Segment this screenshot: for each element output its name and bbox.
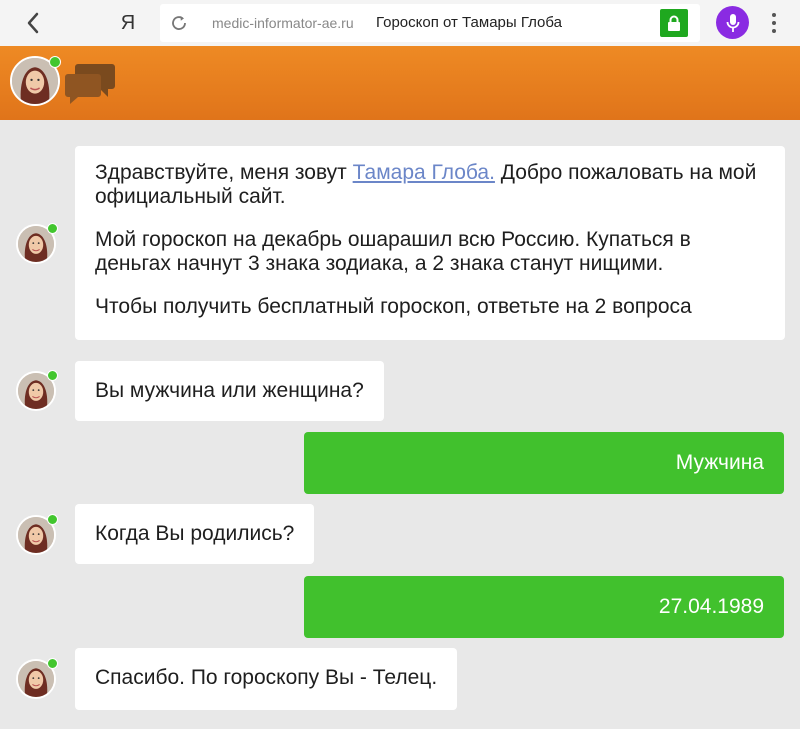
user-message: 27.04.1989 (304, 576, 784, 638)
online-indicator (47, 514, 58, 525)
bot-avatar (16, 658, 58, 699)
site-header (0, 46, 800, 120)
browser-toolbar: Я medic-informator-ae.ru Гороскоп от Там… (0, 0, 800, 46)
address-bar[interactable]: medic-informator-ae.ru Гороскоп от Тамар… (160, 4, 700, 42)
bot-avatar (16, 370, 58, 411)
voice-search-button[interactable] (716, 6, 749, 39)
page-title: Гороскоп от Тамары Глоба (376, 14, 562, 31)
url-text: medic-informator-ae.ru (212, 15, 354, 31)
reload-button[interactable] (168, 12, 190, 34)
message-paragraph: Мой гороскоп на декабрь ошарашил всю Рос… (95, 228, 691, 275)
online-indicator (49, 56, 61, 68)
reload-icon (172, 16, 186, 30)
yandex-button[interactable]: Я (116, 8, 140, 38)
tamara-globa-link[interactable]: Тамара Глоба. (353, 161, 495, 184)
lock-icon (668, 15, 680, 31)
bot-avatar (16, 223, 58, 264)
more-vert-icon (772, 13, 776, 17)
message-paragraph: Здравствуйте, меня зовут Тамара Глоба. Д… (95, 161, 757, 208)
bot-message: Здравствуйте, меня зовут Тамара Глоба. Д… (75, 146, 785, 340)
message-paragraph: Чтобы получить бесплатный гороскоп, отве… (95, 295, 692, 318)
online-indicator (47, 658, 58, 669)
online-indicator (47, 370, 58, 381)
online-indicator (47, 223, 58, 234)
back-button[interactable] (18, 8, 48, 38)
header-avatar (10, 56, 61, 106)
bot-message: Когда Вы родились? (75, 504, 315, 564)
back-arrow-icon (27, 12, 39, 34)
bot-message: Спасибо. По гороскопу Вы - Телец. (75, 648, 458, 710)
microphone-icon (726, 13, 739, 32)
bot-message: Вы мужчина или женщина? (75, 361, 384, 421)
bot-avatar (16, 514, 58, 555)
chat-bubbles-icon (65, 64, 115, 104)
lock-badge[interactable] (660, 9, 688, 37)
more-menu-button[interactable] (762, 8, 786, 38)
user-message: Мужчина (304, 432, 784, 494)
